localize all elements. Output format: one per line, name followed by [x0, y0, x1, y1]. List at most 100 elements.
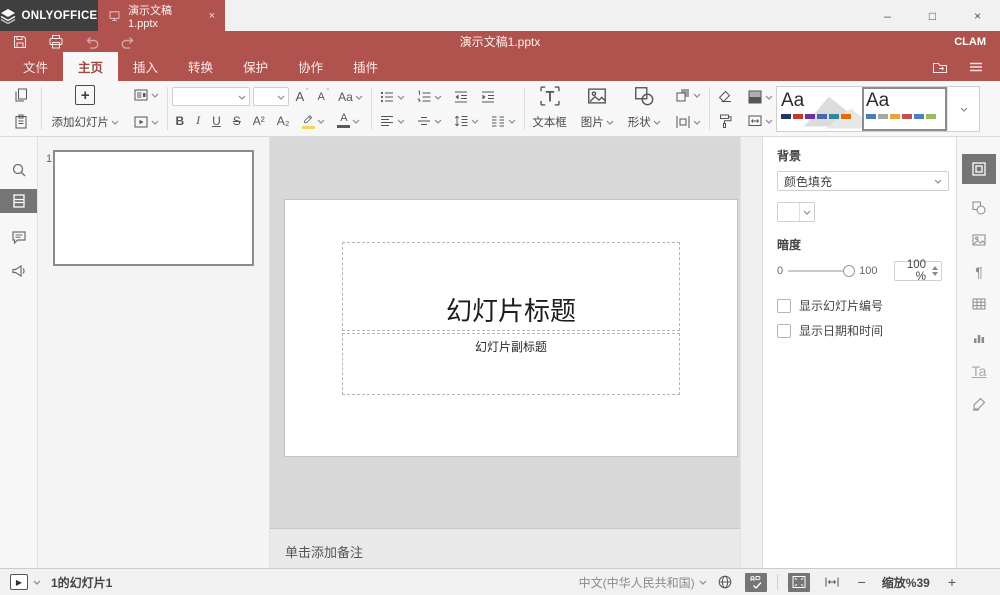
- fit-to-slide-button[interactable]: [788, 573, 810, 592]
- strikethrough-button[interactable]: S: [230, 112, 244, 130]
- table-settings-button[interactable]: [962, 289, 996, 319]
- underline-button[interactable]: U: [209, 112, 224, 130]
- titlebar: ONLYOFFICE 演示文稿1.pptx × – □ ×: [0, 0, 1000, 31]
- tab-insert[interactable]: 插入: [118, 52, 173, 81]
- image-settings-button[interactable]: [962, 225, 996, 255]
- start-slideshow-statusbar-button[interactable]: ▶: [10, 574, 28, 590]
- arrange-button[interactable]: [672, 85, 704, 105]
- font-size-combo[interactable]: [253, 87, 289, 106]
- tab-transitions[interactable]: 转换: [173, 52, 228, 81]
- copy-style-button[interactable]: [714, 111, 736, 131]
- spellcheck-button[interactable]: [745, 573, 767, 592]
- tab-close-icon[interactable]: ×: [209, 10, 215, 22]
- tab-home[interactable]: 主页: [63, 52, 118, 81]
- feedback-button[interactable]: [0, 259, 37, 283]
- close-button[interactable]: ×: [955, 0, 1000, 31]
- start-slideshow-button[interactable]: [130, 112, 162, 132]
- theme-item-2-selected[interactable]: Aa: [862, 87, 947, 131]
- theme-gallery-expand-button[interactable]: [947, 87, 979, 131]
- minimize-button[interactable]: –: [865, 0, 910, 31]
- background-fill-dropdown[interactable]: 颜色填充: [777, 171, 949, 191]
- decrease-indent-button[interactable]: [450, 87, 472, 107]
- paragraph-settings-button[interactable]: ¶: [962, 257, 996, 287]
- slide-editing-area[interactable]: 幻灯片标题 幻灯片副标题: [285, 200, 737, 456]
- vertical-scrollbar[interactable]: [740, 137, 762, 568]
- align-objects-button[interactable]: [672, 112, 704, 132]
- bold-button[interactable]: B: [172, 112, 187, 130]
- search-button[interactable]: [0, 158, 37, 182]
- change-case-button[interactable]: Aa: [335, 88, 366, 106]
- paste-button[interactable]: [10, 112, 32, 132]
- image-icon: [586, 85, 608, 107]
- title-placeholder[interactable]: 幻灯片标题: [342, 242, 680, 331]
- shape-settings-button[interactable]: [962, 193, 996, 223]
- tab-protection[interactable]: 保护: [228, 52, 283, 81]
- textart-settings-button[interactable]: Ta: [962, 356, 996, 386]
- decrease-font-button[interactable]: Aˇ: [314, 89, 332, 105]
- copy-button[interactable]: [10, 85, 32, 105]
- print-icon[interactable]: [48, 34, 64, 50]
- tab-file[interactable]: 文件: [8, 52, 63, 81]
- signature-settings-button[interactable]: [962, 389, 996, 419]
- line-spacing-button[interactable]: [450, 111, 482, 131]
- horizontal-align-button[interactable]: [376, 111, 408, 131]
- spinner-down-icon[interactable]: [932, 272, 938, 276]
- superscript-button[interactable]: A²: [250, 112, 268, 130]
- notes-area[interactable]: 单击添加备注: [270, 528, 740, 568]
- add-slide-button[interactable]: 添加幻灯片: [48, 112, 122, 132]
- font-name-combo[interactable]: [172, 87, 250, 106]
- add-slide-icon[interactable]: +: [75, 85, 95, 105]
- menu-bar: 文件 主页 插入 转换 保护 协作 插件: [0, 52, 1000, 81]
- vertical-align-button[interactable]: [413, 111, 445, 131]
- shape-fill-button[interactable]: [744, 87, 776, 107]
- slide-settings-button[interactable]: [962, 154, 996, 184]
- document-language[interactable]: 中文(中华人民共和国): [579, 574, 695, 591]
- slide-thumbnail[interactable]: [53, 150, 254, 266]
- highlight-color-button[interactable]: [298, 111, 328, 131]
- open-file-location-icon[interactable]: [932, 59, 948, 75]
- subtitle-placeholder[interactable]: 幻灯片副标题: [342, 333, 680, 395]
- insert-shape-button[interactable]: 形状: [625, 112, 664, 132]
- font-color-button[interactable]: A: [334, 111, 363, 130]
- tab-collaboration[interactable]: 协作: [283, 52, 338, 81]
- show-date-time-checkbox[interactable]: [777, 324, 791, 338]
- redo-icon[interactable]: [120, 34, 136, 50]
- set-language-globe-icon[interactable]: [717, 574, 733, 590]
- tab-plugins[interactable]: 插件: [338, 52, 393, 81]
- chevron-down-icon[interactable]: [699, 579, 707, 585]
- italic-button[interactable]: I: [193, 111, 203, 130]
- change-layout-button[interactable]: [130, 85, 162, 105]
- insert-textbox-button[interactable]: 文本框: [529, 112, 570, 132]
- notes-placeholder-text: 单击添加备注: [285, 545, 363, 560]
- show-slide-number-checkbox[interactable]: [777, 299, 791, 313]
- slides-panel-button[interactable]: [0, 189, 37, 213]
- maximize-button[interactable]: □: [910, 0, 955, 31]
- document-tab[interactable]: 演示文稿1.pptx ×: [98, 0, 225, 31]
- zoom-out-button[interactable]: −: [858, 574, 866, 590]
- insert-image-button[interactable]: 图片: [578, 112, 617, 132]
- increase-indent-button[interactable]: [477, 87, 499, 107]
- subscript-button[interactable]: A₂: [274, 112, 293, 130]
- background-color-picker[interactable]: [777, 202, 815, 222]
- chart-settings-button[interactable]: [962, 323, 996, 353]
- opacity-value-input[interactable]: 100 %: [894, 261, 942, 281]
- slider-handle[interactable]: [843, 265, 855, 277]
- opacity-slider[interactable]: [788, 265, 854, 277]
- save-icon[interactable]: [12, 34, 28, 50]
- background-section-label: 背景: [777, 147, 948, 164]
- theme-item-1[interactable]: Aa: [777, 87, 862, 131]
- increase-font-button[interactable]: Aˆ: [292, 87, 311, 106]
- comments-button[interactable]: [0, 225, 37, 249]
- view-settings-icon[interactable]: [968, 59, 984, 75]
- chevron-down-icon[interactable]: [33, 579, 41, 585]
- slide-size-button[interactable]: [744, 111, 776, 131]
- zoom-in-button[interactable]: +: [948, 574, 956, 590]
- clear-style-button[interactable]: [714, 87, 736, 107]
- fit-to-width-button[interactable]: [824, 574, 840, 590]
- background-fill-value: 颜色填充: [784, 173, 832, 190]
- spinner-up-icon[interactable]: [932, 266, 938, 270]
- bullets-button[interactable]: [376, 87, 408, 107]
- columns-button[interactable]: [487, 111, 519, 131]
- undo-icon[interactable]: [84, 34, 100, 50]
- numbering-button[interactable]: [413, 87, 445, 107]
